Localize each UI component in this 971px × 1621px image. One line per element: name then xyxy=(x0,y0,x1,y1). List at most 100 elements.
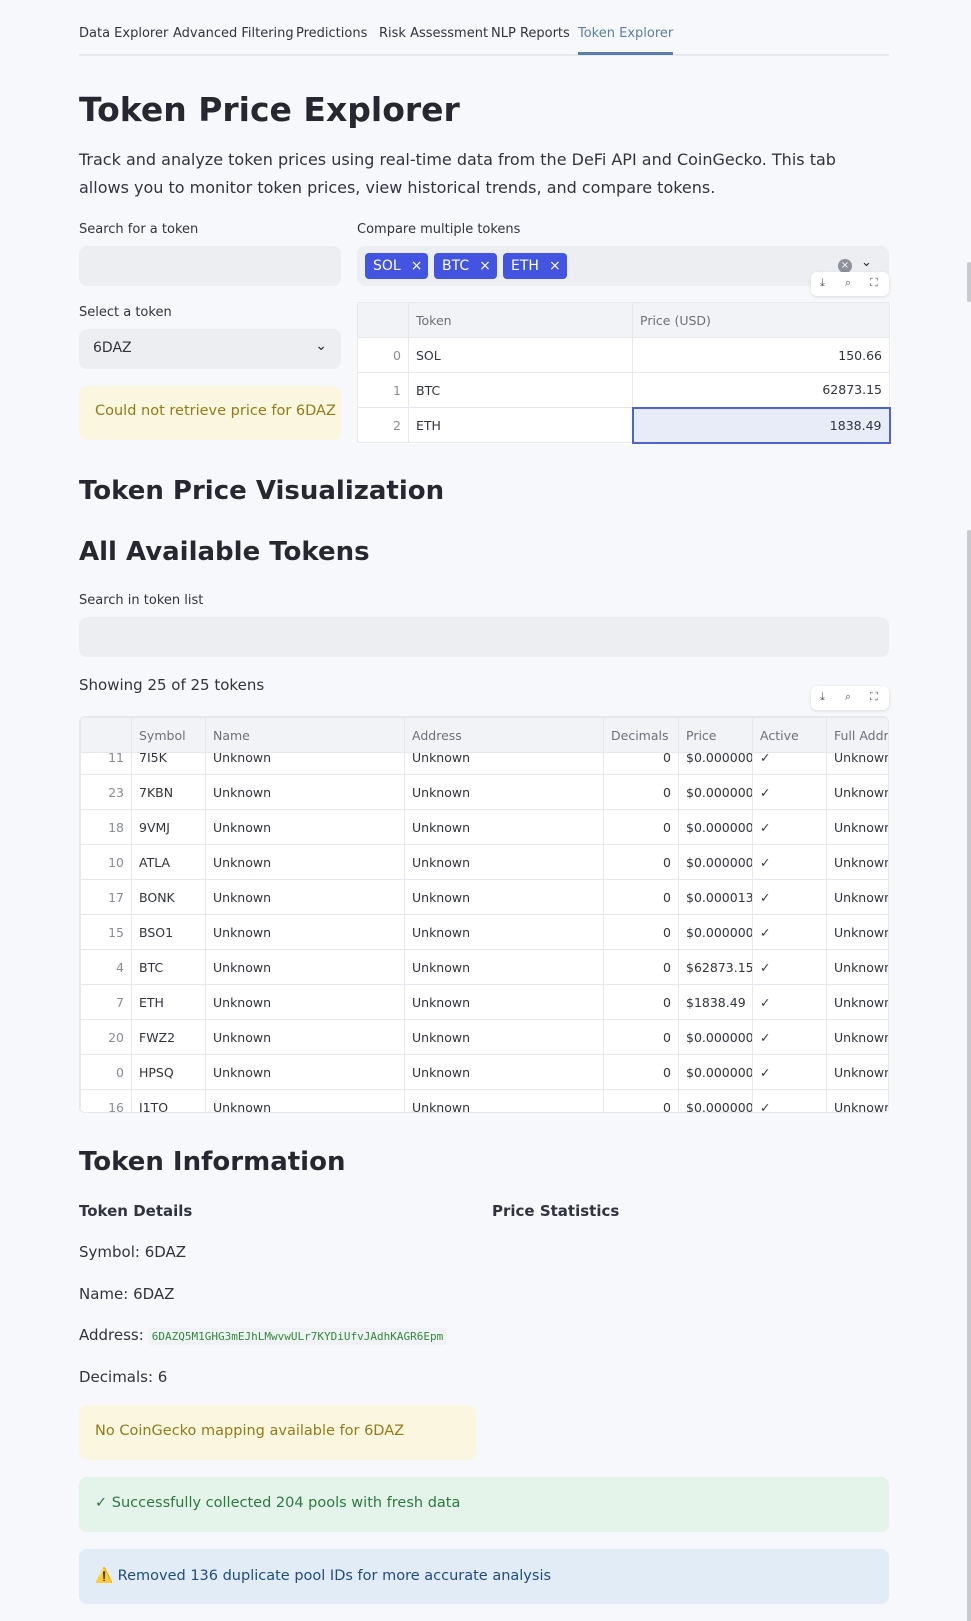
table-cell[interactable]: Unknown xyxy=(404,1054,604,1090)
tokens-table-body[interactable]: 11 7I5K Unknown Unknown 0 $0.000000 ✓ Unknown 23… xyxy=(80,739,888,1112)
table-cell[interactable]: 0 xyxy=(603,949,679,985)
table-cell[interactable]: Unknown xyxy=(404,1089,604,1112)
tab-risk-assessment[interactable]: Risk Assessment xyxy=(379,26,488,41)
table-cell[interactable]: Unknown xyxy=(826,984,888,1020)
column-header[interactable]: Full Addre xyxy=(826,717,888,753)
table-cell[interactable]: Unknown xyxy=(404,914,604,950)
table-cell[interactable]: J1TO xyxy=(131,1089,206,1112)
table-cell[interactable]: Unknown xyxy=(826,1089,888,1112)
download-icon[interactable]: ⤓ xyxy=(820,690,825,704)
select-token-dropdown[interactable]: 6DAZ ⌄ xyxy=(79,329,341,369)
table-cell[interactable]: 0 xyxy=(603,809,679,845)
table-cell[interactable]: ✓ xyxy=(752,844,827,880)
table-row[interactable]: 17 BONK Unknown Unknown 0 $0.000013 ✓ Unknown xyxy=(80,879,888,915)
table-cell[interactable]: $0.000000 xyxy=(678,809,753,845)
table-cell[interactable]: Unknown xyxy=(826,774,888,810)
table-cell[interactable]: Unknown xyxy=(205,1019,405,1055)
table-row[interactable]: 23 7KBN Unknown Unknown 0 $0.000000 ✓ Unknown xyxy=(80,774,888,810)
page-scrollbar[interactable] xyxy=(967,530,971,1621)
table-cell[interactable]: Unknown xyxy=(404,949,604,985)
table-cell[interactable]: 0 xyxy=(603,844,679,880)
table-cell[interactable]: $0.000000 xyxy=(678,914,753,950)
table-cell[interactable]: Unknown xyxy=(826,1054,888,1090)
table-cell[interactable]: Unknown xyxy=(205,1089,405,1112)
table-cell[interactable]: Unknown xyxy=(205,949,405,985)
table-cell[interactable]: Unknown xyxy=(826,1019,888,1055)
tab-nlp-reports[interactable]: NLP Reports xyxy=(491,26,570,41)
table-cell[interactable]: Unknown xyxy=(205,809,405,845)
table-cell[interactable]: $1838.49 xyxy=(678,984,753,1020)
table-row[interactable]: 2 ETH 1838.49 xyxy=(357,406,891,444)
table-cell[interactable]: $0.000000 xyxy=(678,1054,753,1090)
chip-remove-icon[interactable]: × xyxy=(411,258,423,274)
table-row[interactable]: 7 ETH Unknown Unknown 0 $1838.49 ✓ Unknown xyxy=(80,984,888,1020)
table-cell[interactable]: Unknown xyxy=(404,844,604,880)
table-cell[interactable]: ✓ xyxy=(752,984,827,1020)
table-cell[interactable]: 7KBN xyxy=(131,774,206,810)
table-cell[interactable]: ✓ xyxy=(752,809,827,845)
column-header[interactable]: Decimals xyxy=(603,717,679,753)
column-header[interactable]: Token xyxy=(408,302,633,338)
tab-token-explorer[interactable]: Token Explorer xyxy=(578,26,673,41)
table-cell[interactable]: ✓ xyxy=(752,1019,827,1055)
table-cell[interactable]: 0 xyxy=(603,914,679,950)
table-cell[interactable]: ATLA xyxy=(131,844,206,880)
table-cell[interactable]: 0 xyxy=(603,1089,679,1112)
table-cell[interactable]: Unknown xyxy=(826,879,888,915)
table-cell[interactable]: $0.000013 xyxy=(678,879,753,915)
table-cell[interactable]: $0.000000 xyxy=(678,1019,753,1055)
table-cell[interactable]: Unknown xyxy=(826,949,888,985)
column-header[interactable]: Price (USD) xyxy=(632,302,890,338)
table-cell[interactable]: ✓ xyxy=(752,879,827,915)
chip-sol[interactable]: SOL × xyxy=(365,253,429,279)
table-cell[interactable]: BTC xyxy=(131,949,206,985)
chip-btc[interactable]: BTC × xyxy=(434,253,497,279)
chevron-down-icon[interactable]: ⌄ xyxy=(861,255,872,270)
table-cell[interactable]: Unknown xyxy=(205,914,405,950)
download-icon[interactable]: ⤓ xyxy=(820,276,825,290)
token-list-search-input[interactable] xyxy=(79,617,889,657)
table-row[interactable]: 0 HPSQ Unknown Unknown 0 $0.000000 ✓ Unknown xyxy=(80,1054,888,1090)
column-header[interactable]: Symbol xyxy=(131,717,206,753)
compare-tokens-multiselect[interactable]: SOL × BTC × ETH × × ⌄ xyxy=(357,246,889,286)
table-row[interactable]: 1 BTC 62873.15 xyxy=(357,372,890,408)
table-cell[interactable]: BSO1 xyxy=(131,914,206,950)
table-cell[interactable]: ✓ xyxy=(752,949,827,985)
table-cell[interactable]: ✓ xyxy=(752,1089,827,1112)
table-cell[interactable]: Unknown xyxy=(826,914,888,950)
table-cell[interactable]: FWZ2 xyxy=(131,1019,206,1055)
table-cell[interactable]: 150.66 xyxy=(632,337,890,373)
table-cell[interactable]: Unknown xyxy=(404,1019,604,1055)
column-header[interactable]: Active xyxy=(752,717,827,753)
table-cell[interactable]: ETH xyxy=(408,407,633,443)
table-row[interactable]: 18 9VMJ Unknown Unknown 0 $0.000000 ✓ Unknown xyxy=(80,809,888,845)
chip-remove-icon[interactable]: × xyxy=(479,258,491,274)
table-cell[interactable]: BONK xyxy=(131,879,206,915)
column-header[interactable]: Name xyxy=(205,717,405,753)
table-row[interactable]: 16 J1TO Unknown Unknown 0 $0.000000 ✓ Unknown xyxy=(80,1089,888,1112)
table-cell[interactable]: Unknown xyxy=(404,984,604,1020)
search-icon[interactable]: ⌕ xyxy=(845,690,851,704)
table-row[interactable]: 0 SOL 150.66 xyxy=(357,337,890,373)
table-cell[interactable]: ✓ xyxy=(752,774,827,810)
selected-table-cell[interactable]: 1838.49 xyxy=(631,406,891,444)
table-cell[interactable]: $0.000000 xyxy=(678,844,753,880)
column-header[interactable]: Address xyxy=(404,717,604,753)
table-cell[interactable]: Unknown xyxy=(205,984,405,1020)
table-cell[interactable]: 0 xyxy=(603,984,679,1020)
tab-data-explorer[interactable]: Data Explorer xyxy=(79,26,168,41)
table-cell[interactable]: ✓ xyxy=(752,914,827,950)
table-cell[interactable]: $0.000000 xyxy=(678,774,753,810)
table-row[interactable]: 20 FWZ2 Unknown Unknown 0 $0.000000 ✓ Unknown xyxy=(80,1019,888,1055)
table-cell[interactable]: 9VMJ xyxy=(131,809,206,845)
table-cell[interactable]: 0 xyxy=(603,879,679,915)
chip-remove-icon[interactable]: × xyxy=(549,258,561,274)
fullscreen-icon[interactable]: ⛶ xyxy=(870,276,878,290)
table-cell[interactable]: Unknown xyxy=(205,774,405,810)
table-row[interactable]: 15 BSO1 Unknown Unknown 0 $0.000000 ✓ Unknown xyxy=(80,914,888,950)
table-cell[interactable]: $0.000000 xyxy=(678,1089,753,1112)
chip-eth[interactable]: ETH × xyxy=(503,253,567,279)
table-cell[interactable]: Unknown xyxy=(826,809,888,845)
table-cell[interactable]: 62873.15 xyxy=(632,372,890,408)
table-cell[interactable]: ETH xyxy=(131,984,206,1020)
